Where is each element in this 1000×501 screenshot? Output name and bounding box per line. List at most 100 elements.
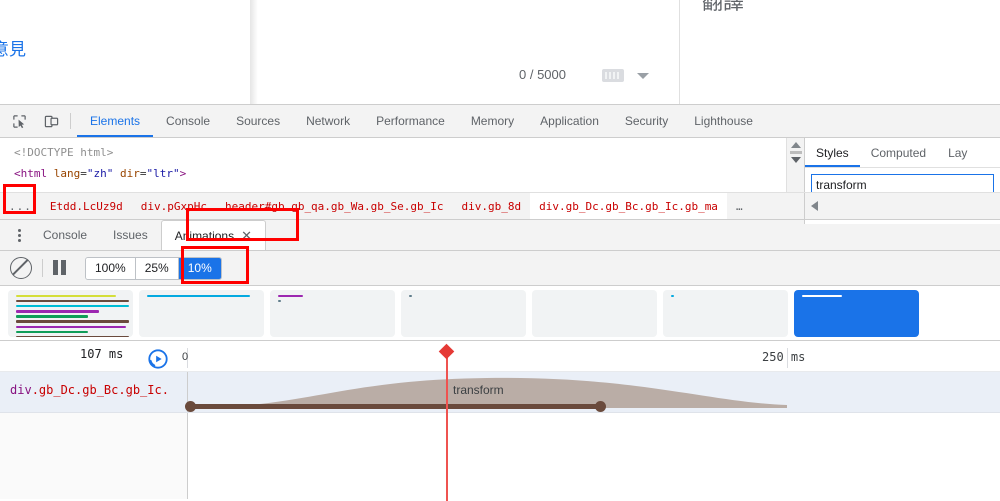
keyframe-track [190,404,602,409]
breadcrumb-item-0[interactable]: Etdd.LcUz9d [41,193,132,219]
styles-tabbar: Styles Computed Lay [805,138,1000,168]
animation-preview-card-1[interactable] [139,289,264,337]
speed-100-button[interactable]: 100% [86,257,136,279]
animation-duration-label: 107 ms [80,347,124,361]
animation-row-selector[interactable]: div.gb_Dc.gb_Bc.gb_Ic. [10,383,169,397]
toolbar-separator-2 [42,259,43,277]
chevron-down-icon[interactable] [637,73,649,79]
preview-bar-5 [16,320,129,324]
keyframe-start-dot [185,401,196,412]
animation-preview-card-2[interactable] [270,289,395,337]
panel-shadow [250,0,258,104]
animation-row[interactable]: div.gb_Dc.gb_Bc.gb_Ic. transform [0,372,1000,413]
pause-icon[interactable] [53,260,71,276]
animation-preview-card-3[interactable] [401,289,526,337]
tab-styles[interactable]: Styles [805,139,860,167]
close-icon[interactable]: ✕ [241,229,252,242]
scroll-up-icon[interactable] [790,142,801,148]
vertical-divider [679,0,680,104]
replay-icon[interactable] [147,348,169,373]
breadcrumb-item-2[interactable]: header#gb.gb_qa.gb_Wa.gb_Se.gb_Ic [216,193,453,219]
scroll-thumb[interactable] [789,151,802,154]
preview-bar-0 [278,294,303,298]
keyboard-icon[interactable] [602,69,624,82]
speed-10-button[interactable]: 10% [178,257,221,279]
animation-preview-card-5[interactable] [663,289,788,337]
preview-bar-6 [16,325,126,329]
breadcrumb-item-4[interactable]: div.gb_Dc.gb_Bc.gb_Ic.gb_ma [530,193,727,219]
breadcrumb: ... Etdd.LcUz9d div.pGxpHc header#gb.gb_… [0,192,1000,220]
timeline-empty-area [0,413,1000,499]
feedback-link[interactable]: 意見 [0,35,26,60]
animation-preview-card-6[interactable] [794,289,919,337]
preview-bar-8 [16,336,129,337]
preview-bar-7 [16,330,88,334]
selector-classes: .gb_Dc.gb_Bc.gb_Ic. [31,383,169,397]
breadcrumb-item-1[interactable]: div.pGxpHc [132,193,216,219]
translate-left-panel [0,0,250,104]
inspect-element-icon[interactable] [6,108,32,134]
breadcrumb-trailing-ellipsis[interactable]: … [727,193,753,219]
preview-bar-0 [147,294,250,298]
playback-speed-group: 100% 25% 10% [85,256,222,280]
animations-toolbar: 100% 25% 10% [0,251,1000,286]
scroll-down-icon[interactable] [790,157,801,163]
animation-preview-card-0[interactable] [8,289,133,337]
doctype-text: <!DOCTYPE html> [14,146,114,159]
preview-bar-1 [278,299,281,303]
timeline-start-label: 0 [182,351,189,363]
character-counter: 0 / 5000 [519,67,566,82]
attr-lang-value: "zh" [86,167,114,180]
tab-layout[interactable]: Lay [937,139,978,167]
keyframe-property-label: transform [453,383,504,397]
drawer-tabbar: Console Issues Animations ✕ [0,220,1000,251]
preview-bar-1 [16,299,129,303]
clear-all-icon[interactable] [10,257,32,279]
preview-bar-2 [16,304,129,308]
kebab-menu-icon[interactable] [8,228,30,242]
drawer-tab-animations[interactable]: Animations ✕ [160,220,266,250]
attr-lang: lang [53,167,81,180]
translate-panel-title: 翻譯 [702,0,744,14]
tab-memory[interactable]: Memory [458,106,527,137]
html-tag-close: > [179,167,187,180]
tab-performance[interactable]: Performance [363,106,458,137]
tab-lighthouse[interactable]: Lighthouse [681,106,766,137]
toolbar-separator [70,113,71,129]
tab-network[interactable]: Network [293,106,363,137]
attr-dir-value: "ltr" [146,167,180,180]
selector-tag: div [10,383,32,397]
device-toolbar-icon[interactable] [38,108,64,134]
underlying-page: 意見 0 / 5000 翻譯 [0,0,1000,104]
preview-bar-0 [16,294,116,298]
preview-bar-3 [16,310,99,313]
breadcrumb-scroll-left[interactable] [804,193,1000,219]
breadcrumb-overflow-button[interactable]: ... [0,193,41,219]
drawer-tab-console[interactable]: Console [30,221,100,250]
keyframe-end-dot [595,401,606,412]
preview-bar-0 [409,294,412,298]
preview-bar-0 [802,294,842,298]
preview-bar-0 [671,294,674,298]
tab-application[interactable]: Application [527,106,612,137]
animation-preview-card-4[interactable] [532,289,657,337]
tree-scroll-column[interactable] [786,138,804,192]
devtools-window: Elements Console Sources Network Perform… [0,104,1000,501]
drawer-tab-issues[interactable]: Issues [100,221,161,250]
preview-bar-4 [16,315,88,318]
tab-sources[interactable]: Sources [223,106,293,137]
timeline-empty-sidebar [0,413,188,499]
tab-elements[interactable]: Elements [77,106,153,137]
html-tag-open: <html [14,167,48,180]
chevron-left-icon[interactable] [811,201,818,211]
devtools-main-tabbar: Elements Console Sources Network Perform… [0,105,1000,138]
breadcrumb-item-3[interactable]: div.gb_8d [453,193,531,219]
animation-preview-strip [0,286,1000,341]
attr-dir: dir [120,167,140,180]
timeline-end-label: 250 ms [762,350,806,364]
tab-console[interactable]: Console [153,106,223,137]
drawer-tab-animations-label: Animations [174,228,235,243]
speed-25-button[interactable]: 25% [135,257,179,279]
tab-security[interactable]: Security [612,106,681,137]
tab-computed[interactable]: Computed [860,139,937,167]
